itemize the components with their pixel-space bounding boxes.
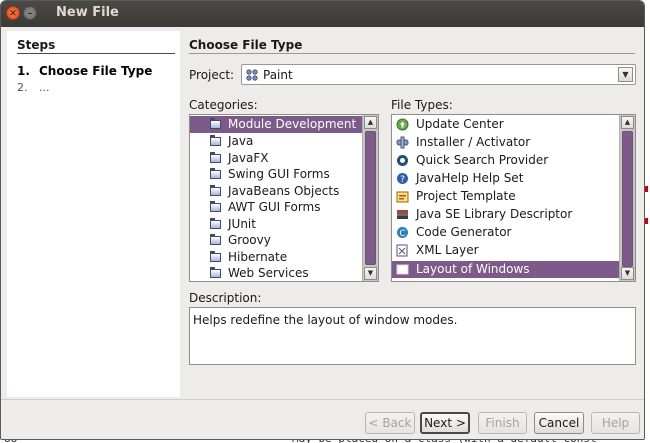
file-types-label: File Types: — [391, 98, 453, 112]
folder-icon — [210, 152, 221, 163]
category-item[interactable]: Module Development — [190, 116, 363, 133]
project-template-icon — [396, 191, 409, 203]
category-item[interactable]: JavaBeans Objects — [190, 183, 363, 200]
cancel-button[interactable]: Cancel — [534, 412, 584, 434]
category-item[interactable]: Swing GUI Forms — [190, 166, 363, 183]
code-generator-icon: C — [397, 227, 408, 239]
folder-icon — [210, 135, 221, 146]
scroll-down-icon[interactable]: ▼ — [364, 267, 377, 280]
folder-icon — [210, 201, 221, 212]
folder-icon — [210, 168, 221, 179]
description-text: Helps redefine the layout of window mode… — [193, 313, 458, 327]
error-marker — [645, 186, 648, 192]
file-type-item[interactable]: Update Center — [392, 116, 620, 133]
file-type-item[interactable]: Layout of Windows — [392, 261, 620, 278]
help-set-icon: ? — [397, 173, 408, 185]
folder-icon — [210, 185, 221, 196]
project-combo[interactable]: Paint ▼ — [241, 64, 636, 85]
project-icon — [246, 69, 258, 81]
folder-icon — [210, 218, 221, 229]
scroll-up-icon[interactable]: ▲ — [621, 116, 634, 129]
next-button[interactable]: Next > — [420, 412, 470, 434]
category-item[interactable]: JavaFX — [190, 150, 363, 167]
quick-search-icon — [397, 155, 408, 166]
category-item[interactable]: JUnit — [190, 216, 363, 233]
description-label: Description: — [189, 291, 262, 305]
folder-icon — [210, 234, 221, 245]
project-value: Paint — [263, 68, 293, 82]
category-item[interactable]: Web Services — [190, 265, 363, 281]
page-heading: Choose File Type — [189, 38, 303, 52]
steps-title: Steps — [17, 38, 56, 52]
file-type-item[interactable]: ? JavaHelp Help Set — [392, 170, 620, 187]
library-descriptor-icon — [397, 210, 408, 219]
category-item[interactable]: Java — [190, 133, 363, 150]
scroll-up-icon[interactable]: ▲ — [364, 116, 377, 129]
steps-divider — [17, 53, 175, 54]
new-file-dialog: ✕ – New File Steps 1. Choose File Type 2.… — [0, 0, 645, 440]
help-button[interactable]: Help — [591, 412, 640, 434]
scroll-thumb[interactable] — [622, 131, 633, 267]
svg-text:C: C — [399, 229, 405, 239]
svg-text:?: ? — [400, 175, 405, 185]
file-type-item[interactable]: Quick Search Provider — [392, 152, 620, 169]
button-bar: < Back Next > Finish Cancel Help — [1, 399, 644, 439]
description-box: Helps redefine the layout of window mode… — [189, 307, 636, 365]
scroll-down-icon[interactable]: ▼ — [621, 267, 634, 280]
category-item[interactable]: Groovy — [190, 232, 363, 249]
file-type-item[interactable]: Installer / Activator — [392, 134, 620, 151]
file-types-list[interactable]: Update Center Installer / Activator Quic… — [391, 114, 636, 282]
project-label: Project: — [189, 68, 235, 82]
back-button[interactable]: < Back — [365, 412, 415, 434]
categories-list[interactable]: Module Development Java JavaFX Swing GUI… — [189, 114, 379, 282]
close-window-button[interactable]: ✕ — [6, 6, 20, 20]
file-types-scrollbar[interactable]: ▲ ▼ — [619, 115, 635, 281]
categories-scrollbar[interactable]: ▲ ▼ — [362, 115, 378, 281]
scroll-thumb[interactable] — [365, 131, 376, 265]
minimize-window-button[interactable]: – — [23, 6, 37, 20]
steps-panel: Steps 1. Choose File Type 2.... — [7, 31, 180, 397]
category-item[interactable]: Hibernate — [190, 249, 363, 266]
step-item: 1. Choose File Type — [17, 64, 153, 78]
file-type-item[interactable]: Project Template — [392, 188, 620, 205]
folder-icon — [210, 267, 221, 278]
file-type-item[interactable]: XML Layer — [392, 242, 620, 259]
categories-label: Categories: — [189, 98, 258, 112]
window-title: New File — [56, 5, 119, 20]
heading-divider — [189, 53, 635, 54]
file-type-item[interactable]: C Code Generator — [392, 224, 620, 241]
category-item[interactable]: AWT GUI Forms — [190, 199, 363, 216]
folder-icon — [210, 251, 221, 262]
chevron-down-icon[interactable]: ▼ — [618, 67, 633, 82]
folder-icon — [210, 118, 221, 129]
xml-layer-icon — [396, 244, 408, 257]
error-marker — [645, 218, 648, 224]
installer-icon — [396, 136, 409, 149]
update-center-icon — [396, 118, 409, 131]
layout-windows-icon — [396, 264, 409, 275]
step-item: 2.... — [17, 81, 50, 94]
finish-button[interactable]: Finish — [478, 412, 527, 434]
titlebar: ✕ – New File — [1, 1, 644, 27]
file-type-item[interactable]: Java SE Library Descriptor — [392, 206, 620, 223]
